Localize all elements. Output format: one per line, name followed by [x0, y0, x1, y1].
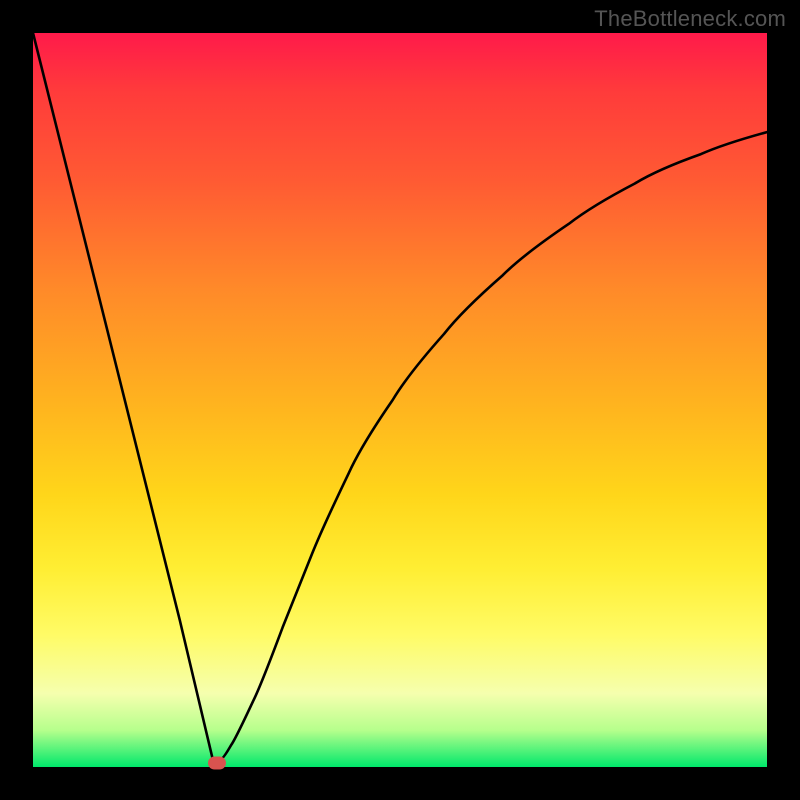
watermark-text: TheBottleneck.com: [594, 6, 786, 32]
plot-area: [33, 33, 767, 767]
bottleneck-curve: [33, 33, 767, 767]
chart-frame: TheBottleneck.com: [0, 0, 800, 800]
minimum-marker: [208, 757, 226, 770]
curve-path: [33, 33, 767, 760]
